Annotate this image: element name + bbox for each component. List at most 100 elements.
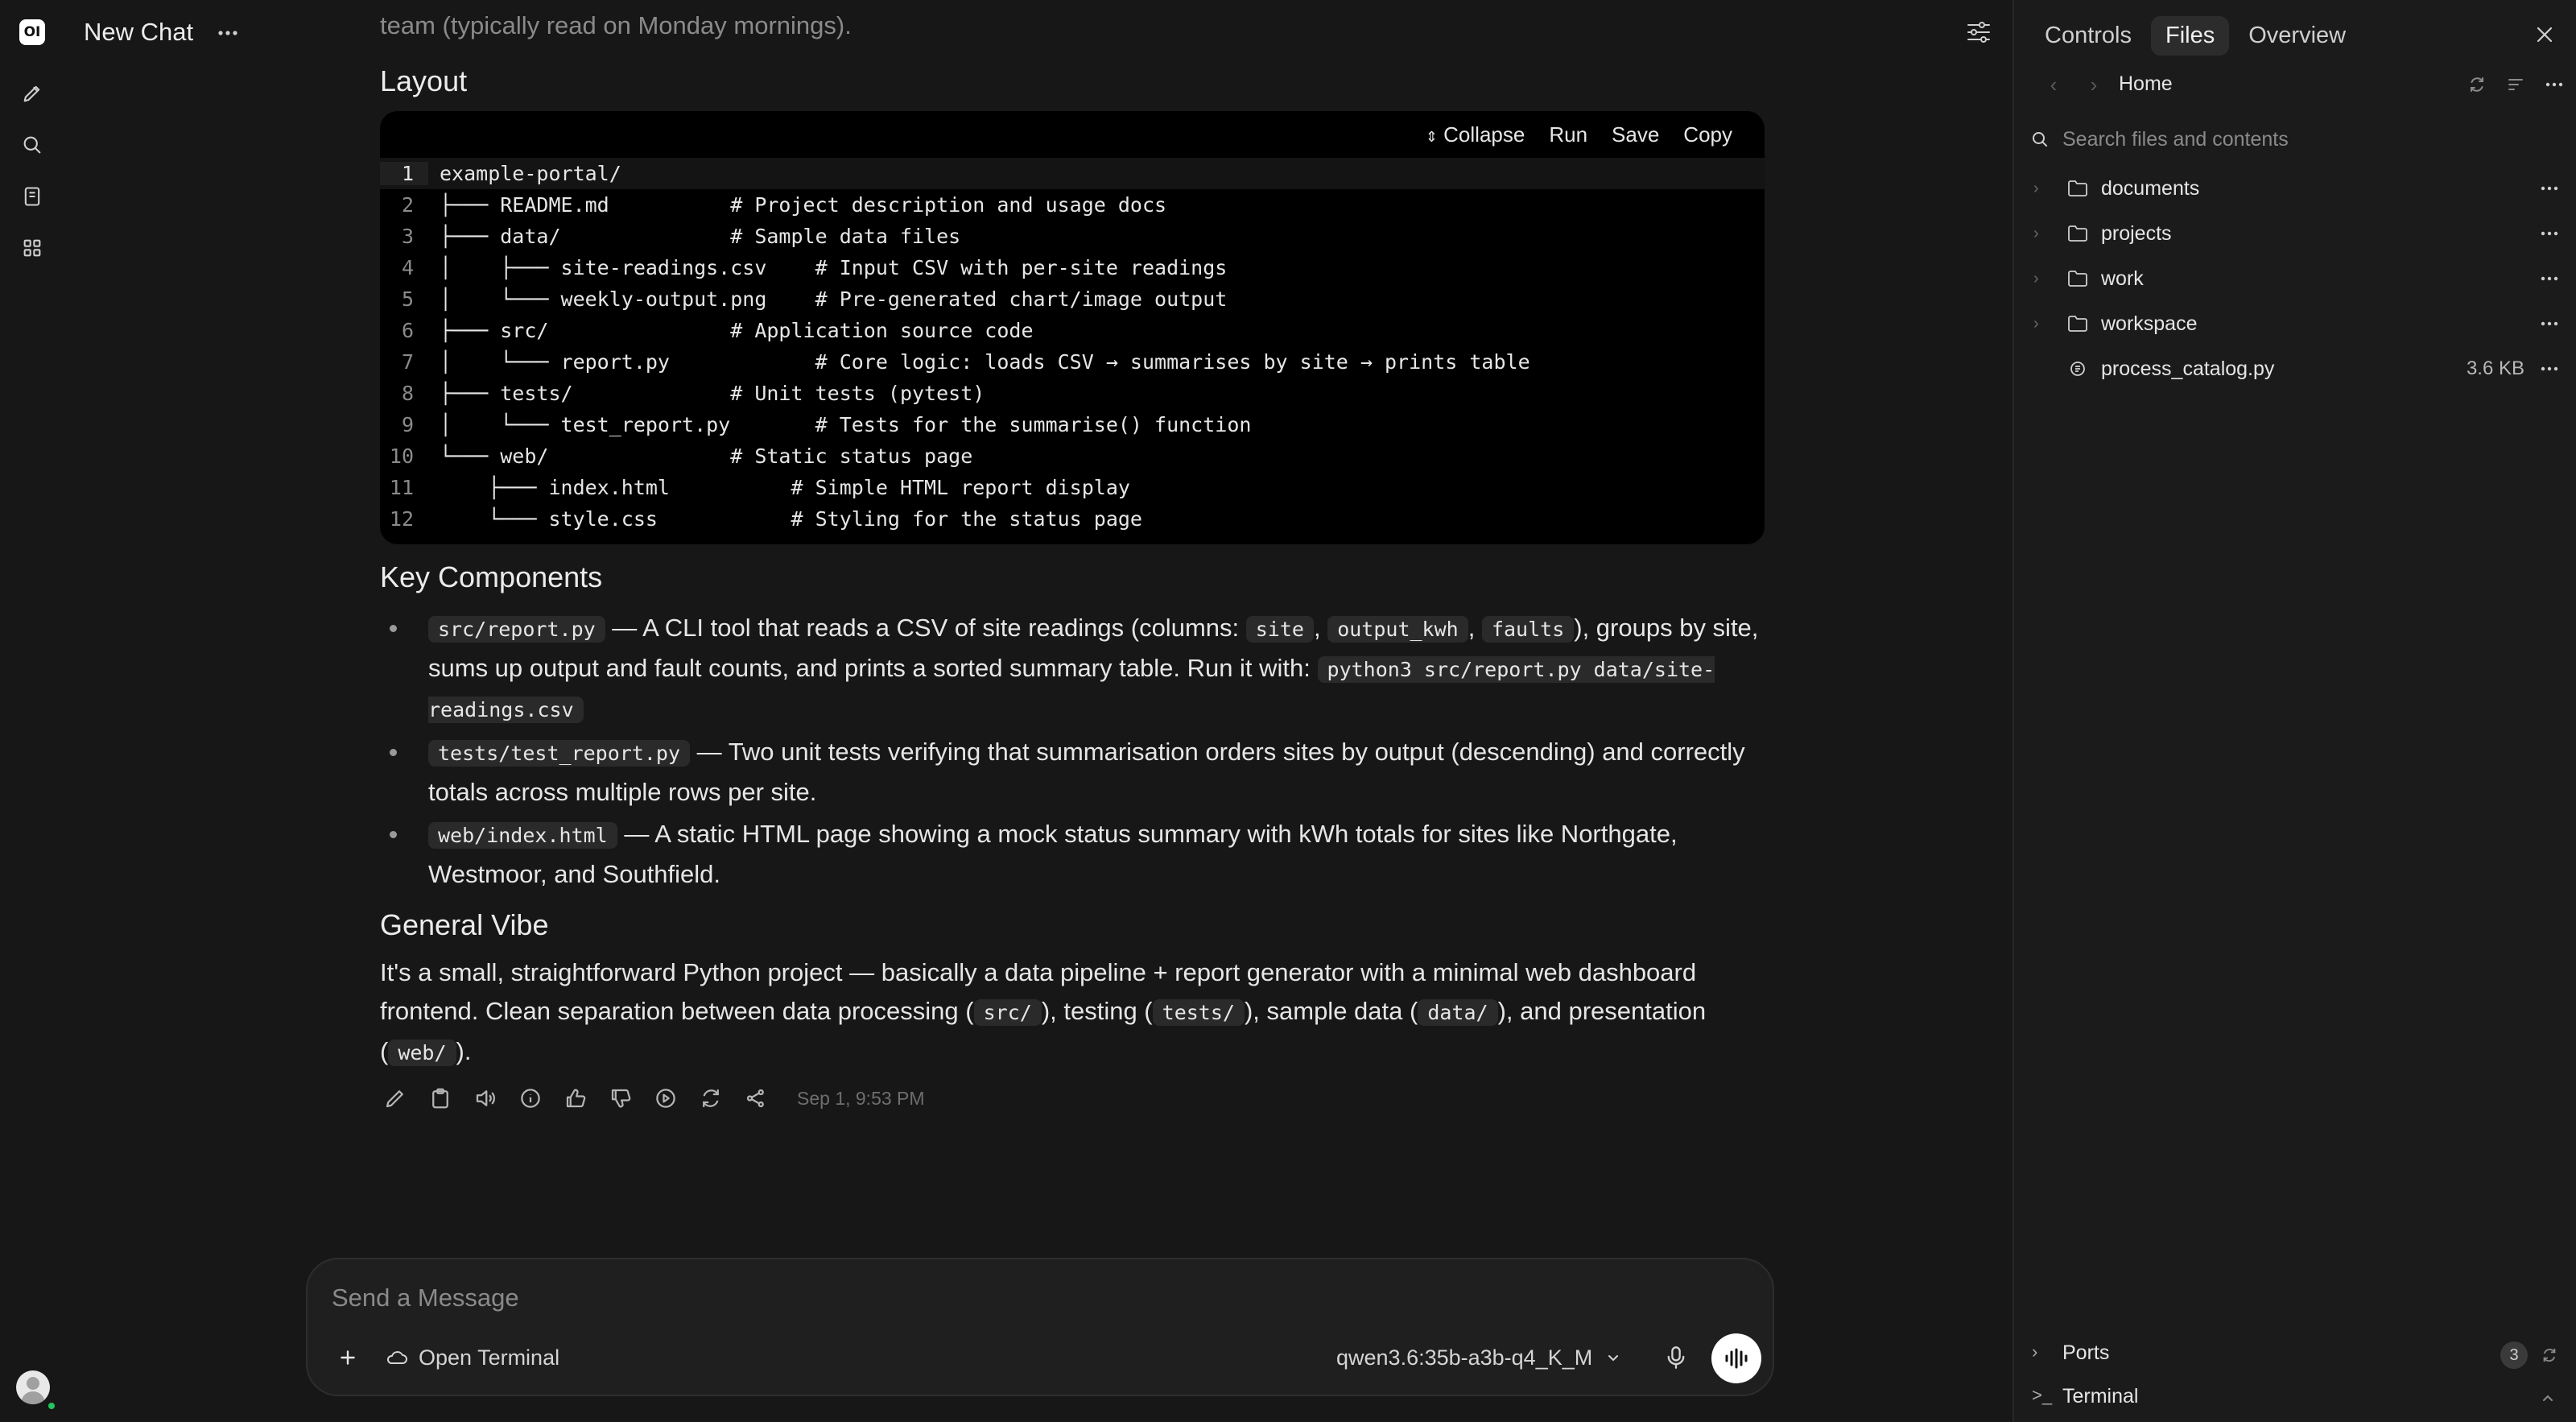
attach-button[interactable] — [332, 1341, 364, 1374]
chevron-right-icon: › — [2032, 1341, 2038, 1362]
line-number: 6 — [401, 319, 414, 342]
run-button[interactable]: Run — [1549, 122, 1587, 147]
workspace-button[interactable] — [16, 232, 48, 264]
grid-icon — [23, 239, 41, 257]
para-text: ). — [456, 1037, 472, 1065]
open-terminal-button[interactable]: Open Terminal — [385, 1341, 559, 1374]
ports-section[interactable]: › Ports 3 — [2014, 1338, 2576, 1372]
item-more-button[interactable] — [2537, 221, 2562, 246]
item-name: projects — [2101, 221, 2172, 245]
continue-button[interactable] — [654, 1082, 699, 1114]
regenerate-button[interactable] — [699, 1082, 744, 1114]
tab-files[interactable]: Files — [2151, 16, 2230, 56]
avatar[interactable] — [16, 1370, 50, 1404]
search-button[interactable] — [16, 129, 48, 161]
expand-terminal-button[interactable] — [2536, 1387, 2560, 1411]
message-input[interactable]: Send a Message — [332, 1284, 519, 1312]
inline-code: faults — [1481, 616, 1575, 643]
code-text: ├─── data/ # Sample data files — [440, 225, 961, 248]
forward-button[interactable]: › — [2082, 72, 2106, 97]
collapse-button[interactable]: ⇕ Collapse — [1426, 122, 1525, 147]
item-more-button[interactable] — [2537, 267, 2562, 291]
thumbs-up-button[interactable] — [564, 1082, 609, 1114]
file-search-input[interactable] — [2062, 127, 2513, 151]
folder-icon — [2066, 177, 2090, 200]
inline-code: data/ — [1418, 999, 1498, 1026]
tab-overview[interactable]: Overview — [2234, 16, 2360, 56]
read-aloud-button[interactable] — [473, 1082, 518, 1114]
item-more-button[interactable] — [2537, 312, 2562, 336]
sort-button[interactable] — [2504, 72, 2528, 97]
terminal-label: Terminal — [2062, 1385, 2139, 1408]
item-name: process_catalog.py — [2101, 357, 2275, 380]
terminal-section[interactable]: >_ Terminal — [2014, 1382, 2576, 1416]
general-vibe-heading: General Vibe — [380, 908, 549, 941]
clipboard-icon — [432, 1088, 448, 1109]
chevron-right-icon: › — [2033, 314, 2039, 333]
code-line: 4 │ ├─── site-readings.csv # Input CSV wi… — [380, 252, 1765, 283]
files-more-button[interactable] — [2542, 72, 2566, 97]
refresh-icon — [703, 1089, 719, 1108]
item-more-button[interactable] — [2537, 357, 2562, 381]
refresh-icon — [2543, 1348, 2556, 1362]
info-button[interactable] — [518, 1082, 564, 1114]
search-icon — [23, 136, 41, 154]
close-panel-button[interactable] — [2531, 21, 2558, 48]
code-lines[interactable]: 1 example-portal/2 ├─── README.md # Projec… — [380, 158, 1765, 535]
edit-button[interactable] — [383, 1082, 428, 1114]
list-item: tests/test_report.py — Two unit tests ve… — [380, 733, 1765, 812]
left-rail: OI — [0, 0, 64, 1422]
folder-item[interactable]: › projects — [2014, 211, 2576, 256]
inline-code: web/ — [388, 1040, 456, 1066]
file-code-icon — [2066, 358, 2090, 380]
chat-menu-button[interactable] — [214, 19, 242, 47]
item-more-button[interactable] — [2537, 176, 2562, 200]
back-button[interactable]: ‹ — [2041, 72, 2066, 97]
copy-message-button[interactable] — [428, 1082, 473, 1114]
voice-mode-button[interactable] — [1711, 1333, 1761, 1383]
code-line: 9 │ └─── test_report.py # Tests for the s… — [380, 409, 1765, 440]
microphone-icon — [1667, 1346, 1685, 1369]
play-circle-icon — [656, 1089, 675, 1108]
folder-icon — [2066, 312, 2090, 335]
file-search — [2030, 122, 2562, 156]
notes-button[interactable] — [16, 180, 48, 213]
layout-heading: Layout — [380, 64, 468, 97]
thumbs-down-button[interactable] — [609, 1082, 654, 1114]
folder-item[interactable]: › documents — [2014, 166, 2576, 211]
dictate-button[interactable] — [1660, 1341, 1692, 1374]
key-components-list: src/report.py — A CLI tool that reads a … — [380, 609, 1765, 897]
inline-code: tests/test_report.py — [428, 740, 691, 767]
code-text: ├─── src/ # Application source code — [440, 319, 1034, 342]
message-timestamp: Sep 1, 9:53 PM — [797, 1087, 925, 1109]
code-line: 12 └─── style.css # Styling for the stat… — [380, 503, 1765, 535]
breadcrumb[interactable]: Home — [2119, 72, 2173, 96]
folder-item[interactable]: › workspace — [2014, 301, 2576, 346]
code-line: 2 ├─── README.md # Project description an… — [380, 189, 1765, 221]
separator: , — [1468, 614, 1482, 642]
file-item[interactable]: process_catalog.py 3.6 KB — [2014, 346, 2576, 391]
thumbs-down-icon — [611, 1089, 631, 1108]
refresh-files-button[interactable] — [2465, 72, 2489, 97]
collapse-label: Collapse — [1443, 122, 1525, 147]
controls-toggle-button[interactable] — [1961, 16, 1996, 48]
code-line: 11 ├─── index.html # Simple HTML report … — [380, 472, 1765, 503]
code-text: └─── style.css # Styling for the status … — [440, 507, 1142, 531]
vibe-paragraph: It's a small, straightforward Python pro… — [380, 953, 1765, 1073]
code-line: 7 │ └─── report.py # Core logic: loads CS… — [380, 346, 1765, 378]
more-horizontal-icon — [2545, 82, 2563, 87]
terminal-prompt-icon: >_ — [2032, 1385, 2053, 1405]
notebook-icon — [24, 187, 40, 206]
copy-button[interactable]: Copy — [1683, 122, 1732, 147]
model-selector[interactable]: qwen3.6:35b-a3b-q4_K_M — [1336, 1341, 1621, 1374]
tab-controls[interactable]: Controls — [2030, 16, 2146, 56]
app-logo[interactable]: OI — [16, 16, 48, 48]
line-number: 9 — [401, 413, 414, 436]
folder-item[interactable]: › work — [2014, 256, 2576, 301]
refresh-ports-button[interactable] — [2537, 1343, 2562, 1367]
share-button[interactable] — [744, 1082, 789, 1114]
item-name: workspace — [2101, 312, 2198, 335]
more-horizontal-icon — [2541, 186, 2558, 191]
new-chat-button[interactable] — [16, 77, 48, 110]
save-button[interactable]: Save — [1612, 122, 1659, 147]
